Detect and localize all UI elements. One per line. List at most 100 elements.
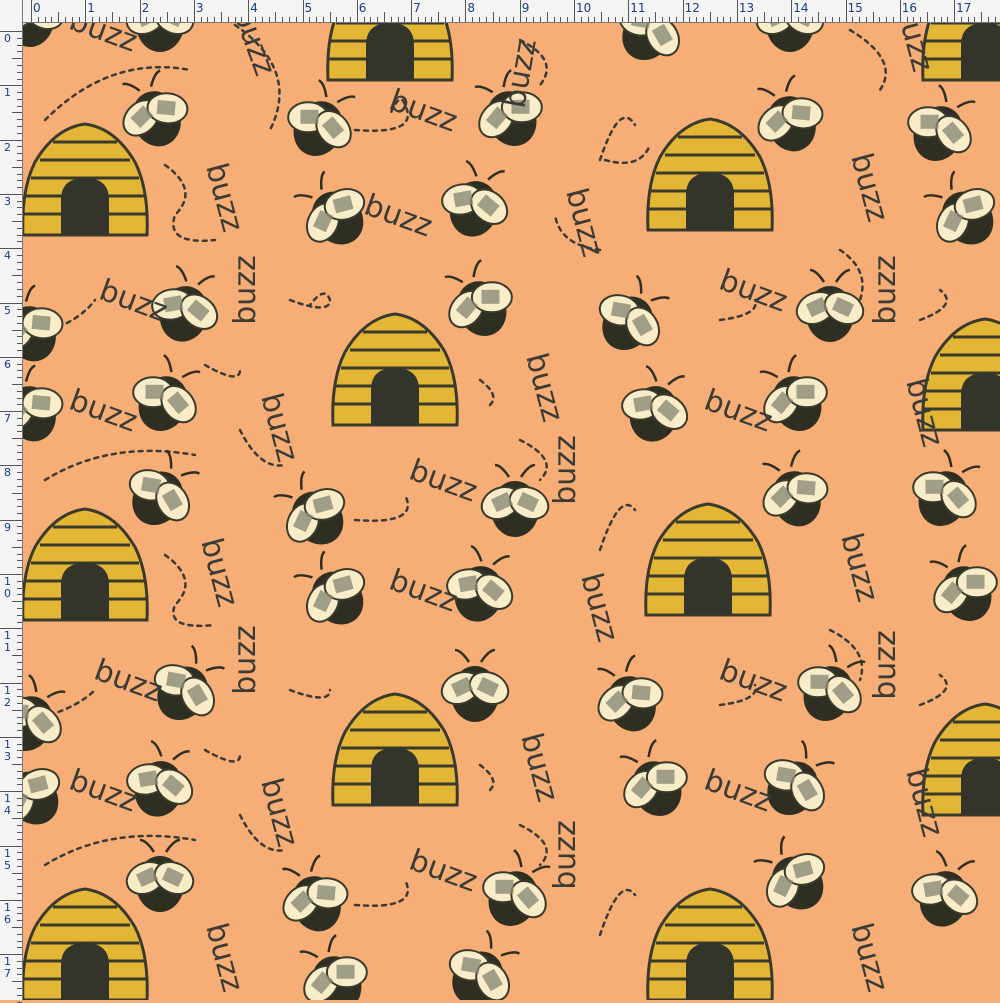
- ruler-top-label: 10: [576, 1, 592, 15]
- buzz-label: buzz: [360, 188, 437, 245]
- ruler-tick: [17, 988, 22, 990]
- buzz-label: buzz: [90, 653, 167, 710]
- ruler-tick: [648, 17, 650, 22]
- ruler-left-label: 9: [4, 520, 11, 534]
- ruler-left-label: 7: [4, 412, 11, 426]
- ruler-tick: [431, 17, 433, 22]
- ruler-tick: [886, 17, 888, 22]
- fabric-swatch: buzz buzz buzz buzz buzz buzz buzz buzz buzz buzz…: [0, 0, 1000, 1003]
- ruler-tick: [17, 560, 22, 562]
- ruler-tick: [0, 356, 22, 358]
- bee-icon: [738, 823, 847, 931]
- ruler-tick: [17, 675, 22, 677]
- ruler-tick: [316, 17, 318, 22]
- ruler-tick: [512, 17, 514, 22]
- ruler-tick: [770, 17, 772, 22]
- ruler-tick: [17, 350, 22, 351]
- ruler-tick: [309, 17, 311, 22]
- buzz-label: buzz: [226, 23, 283, 80]
- bee-icon: [23, 23, 70, 49]
- ruler-tick: [71, 17, 73, 22]
- ruler-top-label: 3: [195, 1, 204, 15]
- ruler-tick: [17, 967, 22, 969]
- ruler-tick: [933, 17, 935, 22]
- ruler-tick: [17, 757, 22, 759]
- ruler-tick: [17, 119, 22, 121]
- buzz-label: buzz: [65, 383, 142, 440]
- ruler-left-label: 13: [4, 737, 11, 763]
- ruler-tick: [445, 17, 447, 22]
- ruler-tick: [465, 0, 467, 22]
- ruler-tick: [58, 12, 60, 22]
- ruler-tick: [12, 492, 22, 494]
- ruler-tick: [17, 689, 22, 691]
- ruler-tick: [424, 17, 426, 22]
- buzz-label: buzz: [228, 625, 263, 695]
- ruler-tick: [92, 17, 94, 22]
- ruler-tick: [234, 17, 236, 22]
- ruler-tick: [797, 17, 799, 22]
- dashed-flight-path: [478, 763, 495, 792]
- ruler-tick: [17, 51, 22, 53]
- ruler-tick: [533, 17, 535, 22]
- ruler-tick: [628, 0, 630, 22]
- ruler-tick: [567, 17, 569, 22]
- beehive-icon: [23, 507, 149, 622]
- ruler-tick: [17, 913, 22, 915]
- bee-icon: [120, 838, 200, 914]
- pattern-canvas: buzz buzz buzz buzz buzz buzz buzz buzz buzz buzz…: [23, 23, 1000, 1000]
- ruler-tick: [31, 0, 32, 22]
- dashed-flight-path: [918, 673, 948, 707]
- ruler-tick: [411, 0, 413, 22]
- ruler-left-label: 17: [4, 955, 11, 981]
- ruler-left-label: 11: [4, 629, 11, 655]
- ruler-tick: [17, 567, 22, 569]
- ruler-tick: [981, 12, 983, 22]
- bee-icon: [23, 278, 79, 375]
- ruler-left-label: 8: [4, 466, 11, 480]
- ruler-tick: [580, 17, 582, 22]
- ruler-tick: [0, 519, 22, 521]
- ruler-tick: [17, 288, 22, 290]
- ruler-left-label: 15: [4, 846, 11, 872]
- ruler-tick: [17, 207, 22, 209]
- beehive-icon: [331, 312, 459, 427]
- ruler-tick: [37, 17, 39, 22]
- ruler-tick: [17, 424, 22, 426]
- buzz-label: buzz: [518, 349, 570, 425]
- ruler-tick: [343, 17, 345, 22]
- ruler-tick: [17, 770, 22, 772]
- ruler-tick: [519, 0, 521, 22]
- ruler-tick: [17, 641, 22, 643]
- ruler-tick: [17, 804, 22, 806]
- ruler-tick: [17, 533, 22, 535]
- ruler-tick: [750, 17, 752, 22]
- ruler-tick: [960, 17, 962, 22]
- ruler-tick: [743, 17, 745, 22]
- ruler-tick: [180, 17, 182, 22]
- ruler-tick: [17, 743, 22, 745]
- ruler-tick: [17, 859, 22, 861]
- ruler-tick: [492, 12, 494, 22]
- ruler-tick: [44, 17, 46, 22]
- ruler-tick: [17, 920, 22, 922]
- ruler-tick: [17, 126, 22, 128]
- bee-icon: [895, 441, 999, 542]
- ruler-tick: [614, 17, 616, 22]
- ruler-tick: [17, 322, 22, 324]
- dashed-flight-path: [598, 888, 637, 937]
- ruler-tick: [553, 17, 555, 22]
- ruler-tick: [221, 12, 223, 22]
- ruler-tick: [17, 723, 22, 725]
- ruler-tick: [302, 0, 304, 22]
- buzz-label: buzz: [65, 23, 142, 59]
- ruler-tick: [17, 451, 22, 453]
- ruler-tick: [845, 0, 847, 22]
- ruler-tick: [838, 17, 840, 22]
- beehive-icon: [644, 502, 772, 617]
- ruler-tick: [17, 499, 22, 501]
- ruler-tick: [0, 791, 22, 793]
- ruler-tick: [119, 17, 121, 22]
- ruler-tick: [329, 12, 331, 22]
- ruler-tick: [906, 17, 908, 22]
